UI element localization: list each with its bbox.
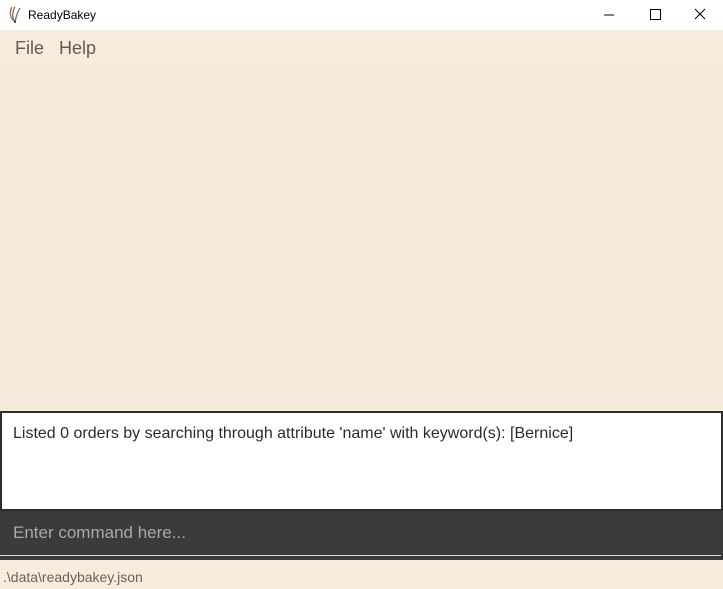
minimize-button[interactable] (586, 0, 632, 30)
maximize-button[interactable] (632, 0, 678, 30)
menu-help[interactable]: Help (59, 38, 96, 58)
command-box (0, 511, 723, 560)
title-bar[interactable]: ReadyBakey (0, 0, 723, 30)
whisk-icon (7, 6, 23, 23)
maximize-icon (650, 9, 661, 20)
close-button[interactable] (677, 0, 723, 30)
menu-file[interactable]: File (15, 38, 44, 58)
minimize-icon (604, 14, 614, 16)
data-file-path: .\data\readybakey.json (3, 569, 143, 585)
command-input[interactable] (0, 513, 723, 553)
app-window: ReadyBakey File Help Listed 0 orders by … (0, 0, 723, 589)
result-message: Listed 0 orders by searching through att… (13, 425, 574, 442)
status-bar: .\data\readybakey.json (0, 560, 723, 589)
menu-bar: File Help (0, 30, 723, 66)
command-underline (0, 555, 721, 556)
close-icon (694, 8, 706, 20)
order-list-panel[interactable] (0, 66, 723, 410)
result-display[interactable]: Listed 0 orders by searching through att… (0, 411, 723, 511)
window-title: ReadyBakey (28, 8, 97, 22)
